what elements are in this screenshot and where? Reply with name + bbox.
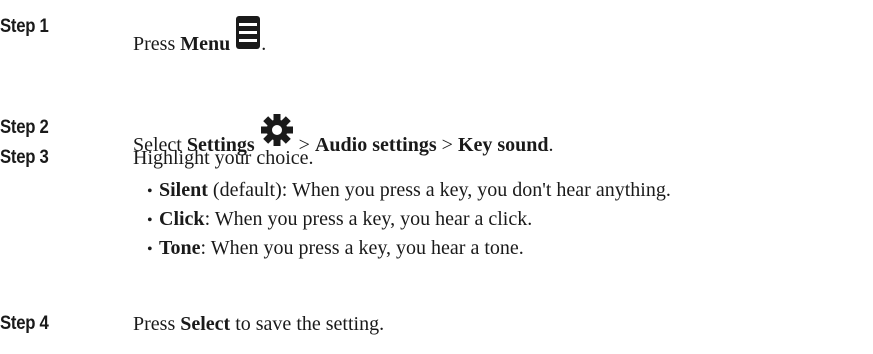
step-3-label: Step 3 [0, 147, 49, 168]
step-1-prefix: Press [133, 33, 181, 55]
key-sound-options: • Silent (default): When you press a key,… [147, 176, 671, 263]
option-description: (default): When you press a key, you don… [207, 179, 671, 201]
step-2-label: Step 2 [0, 117, 49, 138]
step-4-label: Step 4 [0, 313, 49, 334]
key-sound-label: Key sound [457, 134, 549, 156]
bullet: • [147, 241, 153, 258]
separator-2: > [436, 134, 458, 156]
step-2-suffix: . [548, 134, 554, 156]
step-1-suffix: . [261, 33, 267, 55]
option-silent: • Silent (default): When you press a key,… [147, 176, 671, 205]
step-4-suffix: to save the setting. [230, 313, 385, 335]
option-name: Silent [159, 179, 208, 201]
option-tone: • Tone: When you press a key, you hear a … [147, 234, 671, 263]
bullet: • [147, 212, 153, 229]
bullet: • [147, 183, 153, 200]
option-description: : When you press a key, you hear a tone. [200, 237, 524, 259]
menu-label: Menu [180, 33, 231, 55]
select-label: Select [180, 313, 231, 335]
option-name: Click [159, 208, 205, 230]
step-1-text: Press Menu . [133, 16, 266, 56]
step-1-label: Step 1 [0, 16, 49, 37]
step-4-text: Press Select to save the setting. [133, 313, 384, 336]
option-name: Tone [159, 237, 201, 259]
step-3-text: Highlight your choice. [133, 147, 314, 169]
step-4-prefix: Press [133, 313, 181, 335]
menu-icon [235, 16, 261, 56]
option-description: : When you press a key, you hear a click… [204, 208, 533, 230]
option-click: • Click: When you press a key, you hear a… [147, 205, 671, 234]
audio-settings-label: Audio settings [314, 134, 437, 156]
